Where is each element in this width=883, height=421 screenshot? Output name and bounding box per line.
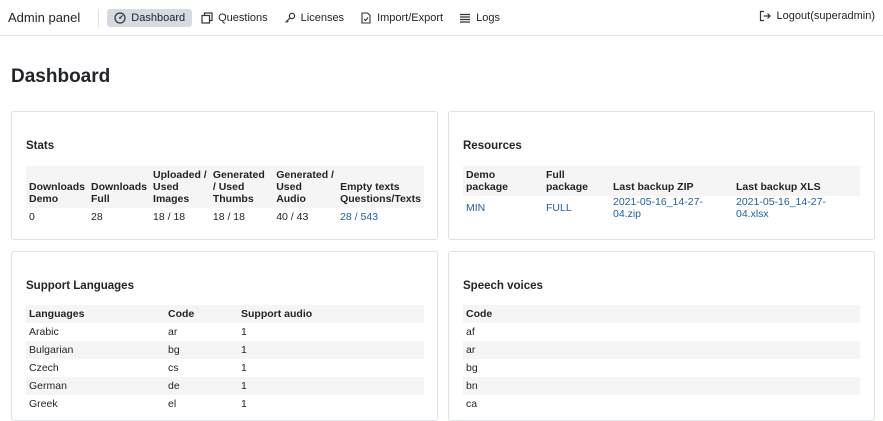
table-cell: 40 / 43 bbox=[276, 211, 309, 223]
list-icon bbox=[460, 13, 471, 23]
languages-card: Support Languages Languages Code Support… bbox=[11, 251, 438, 421]
nav-item-label: Logs bbox=[476, 11, 500, 24]
languages-table: Languages Code Support audio Arabic ar 1… bbox=[26, 305, 424, 413]
top-navbar: Admin panel Dashboard Questions Licenses… bbox=[0, 0, 883, 36]
table-header: Generated / Used Thumbs bbox=[209, 166, 274, 208]
table-cell: el bbox=[168, 398, 177, 410]
resources-card: Resources Demo package Full package Last… bbox=[448, 111, 875, 240]
nav-item-dashboard[interactable]: Dashboard bbox=[107, 8, 193, 27]
resources-title: Resources bbox=[463, 140, 522, 152]
full-package-link[interactable]: FULL bbox=[546, 202, 572, 214]
table-header: Uploaded / Used Images bbox=[150, 166, 210, 208]
table-cell: ar bbox=[168, 326, 178, 338]
table-cell: 1 bbox=[238, 377, 424, 395]
table-cell: 18 / 18 bbox=[153, 211, 186, 223]
navbar-divider bbox=[98, 8, 100, 27]
table-header: Last backup ZIP bbox=[610, 166, 733, 196]
table-cell: 1 bbox=[241, 362, 247, 374]
table-row: MIN FULL 2021-05-16_14-27-04.zip 2021-05… bbox=[463, 196, 860, 220]
table-cell: 1 bbox=[241, 326, 247, 338]
table-cell: 1 bbox=[241, 398, 247, 410]
table-row: Greek el 1 bbox=[26, 395, 424, 413]
table-header: Languages bbox=[26, 305, 165, 323]
table-cell: Arabic bbox=[29, 326, 59, 338]
table-row: bn bbox=[463, 377, 860, 395]
stats-table: Downloads Demo Downloads Full Uploaded /… bbox=[26, 166, 424, 226]
table-row: ar bbox=[463, 341, 860, 359]
key-icon bbox=[284, 12, 295, 23]
table-row: Bulgarian bg 1 bbox=[26, 341, 424, 359]
table-cell: 28 / 543 bbox=[337, 208, 424, 226]
table-header: Last backup XLS bbox=[733, 166, 860, 196]
voices-title: Speech voices bbox=[463, 280, 543, 292]
table-cell: 28 bbox=[91, 211, 103, 223]
nav-item-logs[interactable]: Logs bbox=[452, 9, 507, 27]
nav-item-questions[interactable]: Questions bbox=[194, 9, 275, 27]
page-title: Dashboard bbox=[11, 66, 111, 87]
stats-card: Stats Downloads Demo Downloads Full Uplo… bbox=[11, 111, 438, 240]
table-cell: 2021-05-16_14-27-04.xlsx bbox=[733, 196, 860, 220]
table-cell: 2021-05-16_14-27-04.zip bbox=[610, 196, 733, 220]
table-header: Full package bbox=[543, 166, 610, 196]
table-cell: bn bbox=[463, 377, 860, 395]
table-cell: bg bbox=[466, 362, 478, 374]
nav-item-licenses[interactable]: Licenses bbox=[277, 9, 351, 27]
table-cell: Czech bbox=[29, 362, 59, 374]
logout-icon bbox=[759, 10, 771, 22]
table-row: German de 1 bbox=[26, 377, 424, 395]
table-header: Code bbox=[165, 305, 238, 323]
brand-title[interactable]: Admin panel bbox=[8, 10, 88, 25]
table-row: 0 28 18 / 18 18 / 18 40 / 43 28 / 543 bbox=[26, 208, 424, 226]
stats-title: Stats bbox=[26, 140, 55, 152]
table-header: Downloads Full bbox=[88, 166, 151, 208]
nav-item-label: Licenses bbox=[300, 11, 345, 24]
backup-zip-link[interactable]: 2021-05-16_14-27-04.zip bbox=[613, 196, 703, 220]
logout-button[interactable]: Logout(superadmin) bbox=[759, 10, 875, 22]
table-cell: 1 bbox=[238, 341, 424, 359]
table-header: Code bbox=[463, 305, 860, 323]
table-row: Czech cs 1 bbox=[26, 359, 424, 377]
table-cell: Bulgarian bbox=[26, 341, 165, 359]
table-cell: af bbox=[466, 326, 475, 338]
table-header: Downloads Demo bbox=[26, 166, 89, 208]
logout-label: Logout(superadmin) bbox=[776, 10, 875, 22]
nav-item-label: Dashboard bbox=[131, 11, 186, 24]
table-row: ca bbox=[463, 395, 860, 413]
table-cell: bg bbox=[165, 341, 238, 359]
table-row: bg bbox=[463, 359, 860, 377]
table-header: Demo package bbox=[463, 166, 543, 196]
table-cell: 0 bbox=[29, 211, 35, 223]
nav-item-label: Import/Export bbox=[377, 11, 444, 24]
nav-item-label: Questions bbox=[218, 11, 268, 24]
backup-xls-link[interactable]: 2021-05-16_14-27-04.xlsx bbox=[736, 196, 826, 220]
table-cell: ca bbox=[466, 398, 478, 410]
table-cell: Greek bbox=[29, 398, 58, 410]
table-header: Empty texts Questions/Texts bbox=[337, 166, 424, 208]
table-cell: MIN bbox=[463, 196, 543, 220]
table-cell: German bbox=[26, 377, 165, 395]
table-row: af bbox=[463, 323, 860, 341]
voices-table: Code af ar bg bn ca bbox=[463, 305, 860, 413]
copy-icon bbox=[201, 11, 213, 24]
table-cell: de bbox=[165, 377, 238, 395]
empty-texts-link[interactable]: 28 / 543 bbox=[340, 211, 378, 223]
nav-item-import-export[interactable]: Import/Export bbox=[353, 9, 450, 27]
table-cell: cs bbox=[168, 362, 179, 374]
table-row: Arabic ar 1 bbox=[26, 323, 424, 341]
table-header: Support audio bbox=[238, 305, 424, 323]
voices-card: Speech voices Code af ar bg bn ca bbox=[448, 251, 875, 421]
demo-package-link[interactable]: MIN bbox=[466, 202, 485, 214]
table-header: Generated / Used Audio bbox=[273, 166, 338, 208]
resources-table: Demo package Full package Last backup ZI… bbox=[463, 166, 860, 220]
main-nav: Dashboard Questions Licenses Import/Expo… bbox=[107, 8, 509, 27]
file-check-icon bbox=[361, 11, 371, 24]
table-cell: ar bbox=[463, 341, 860, 359]
table-cell: 18 / 18 bbox=[212, 211, 245, 223]
languages-title: Support Languages bbox=[26, 280, 134, 292]
dashboard-icon bbox=[114, 11, 126, 24]
table-cell: FULL bbox=[543, 196, 610, 220]
